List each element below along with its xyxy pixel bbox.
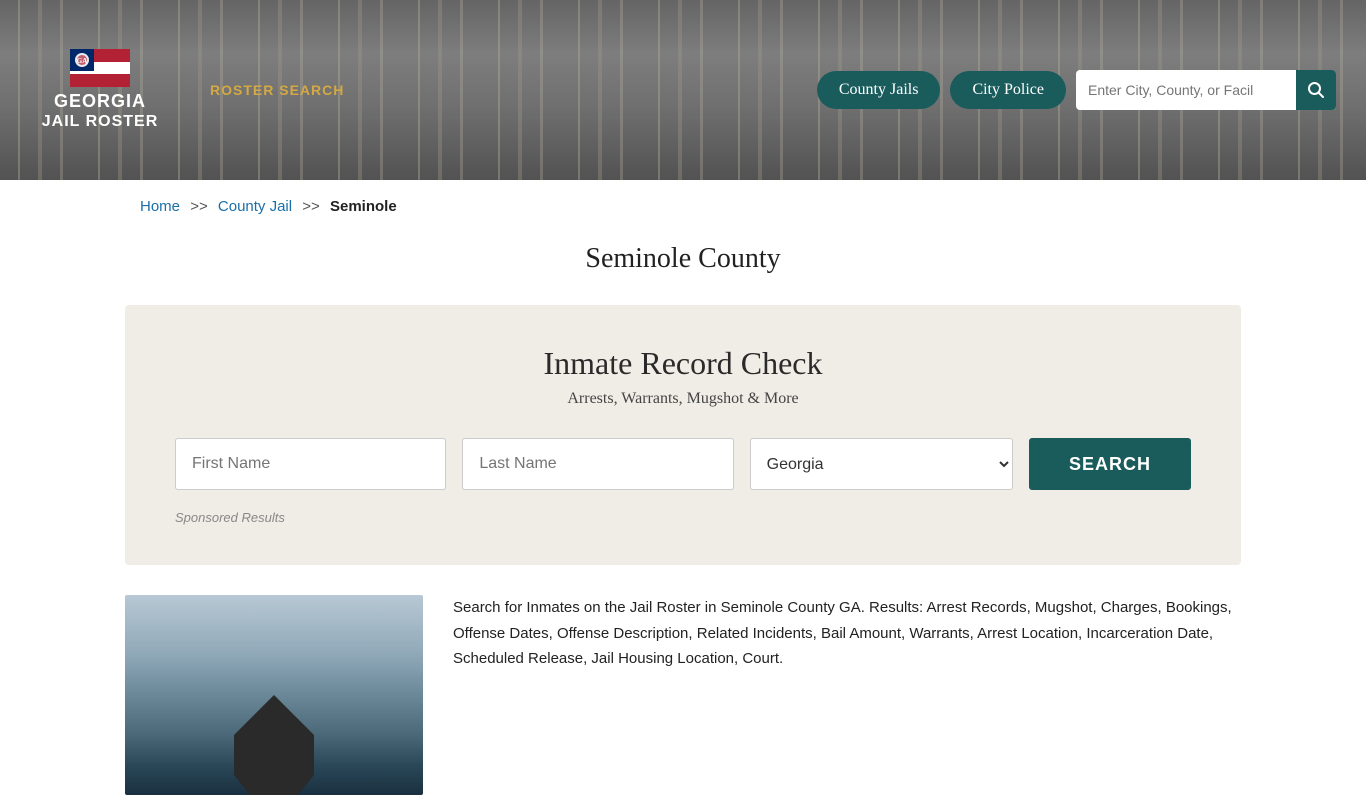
city-police-button[interactable]: City Police bbox=[950, 71, 1066, 109]
breadcrumb-current: Seminole bbox=[330, 198, 397, 215]
header-search-button[interactable] bbox=[1296, 70, 1336, 110]
header-right: County Jails City Police bbox=[817, 70, 1336, 110]
inmate-record-subheading: Arrests, Warrants, Mugshot & More bbox=[175, 390, 1191, 408]
inmate-record-heading: Inmate Record Check bbox=[175, 345, 1191, 382]
site-logo: GA GEORGIA JAIL ROSTER bbox=[30, 49, 170, 131]
svg-text:GA: GA bbox=[77, 57, 88, 65]
sponsored-label: Sponsored Results bbox=[175, 510, 1191, 525]
state-select[interactable]: AlabamaAlaskaArizonaArkansasCaliforniaCo… bbox=[750, 438, 1013, 490]
inmate-record-section: Inmate Record Check Arrests, Warrants, M… bbox=[125, 305, 1241, 565]
page-title: Seminole County bbox=[0, 243, 1366, 275]
inmate-search-form: AlabamaAlaskaArizonaArkansasCaliforniaCo… bbox=[175, 438, 1191, 490]
breadcrumb-sep1: >> bbox=[190, 198, 208, 215]
bottom-section: Search for Inmates on the Jail Roster in… bbox=[125, 595, 1241, 795]
logo-title: GEORGIA bbox=[54, 91, 146, 113]
county-image bbox=[125, 595, 423, 795]
logo-subtitle: JAIL ROSTER bbox=[42, 113, 159, 131]
first-name-input[interactable] bbox=[175, 438, 446, 490]
georgia-flag-icon: GA bbox=[70, 49, 130, 87]
roster-search-nav[interactable]: ROSTER SEARCH bbox=[210, 82, 344, 98]
header-search-bar bbox=[1076, 70, 1336, 110]
county-description: Search for Inmates on the Jail Roster in… bbox=[453, 595, 1241, 672]
inmate-search-button[interactable]: SEARCH bbox=[1029, 438, 1191, 490]
site-header: GA GEORGIA JAIL ROSTER ROSTER SEARCH Cou… bbox=[0, 0, 1366, 180]
breadcrumb-county-jail[interactable]: County Jail bbox=[218, 198, 292, 215]
breadcrumb: Home >> County Jail >> Seminole bbox=[0, 180, 1366, 233]
breadcrumb-home[interactable]: Home bbox=[140, 198, 180, 215]
last-name-input[interactable] bbox=[462, 438, 733, 490]
search-icon bbox=[1307, 81, 1325, 99]
breadcrumb-sep2: >> bbox=[302, 198, 320, 215]
header-search-input[interactable] bbox=[1076, 82, 1296, 98]
county-jails-button[interactable]: County Jails bbox=[817, 71, 941, 109]
